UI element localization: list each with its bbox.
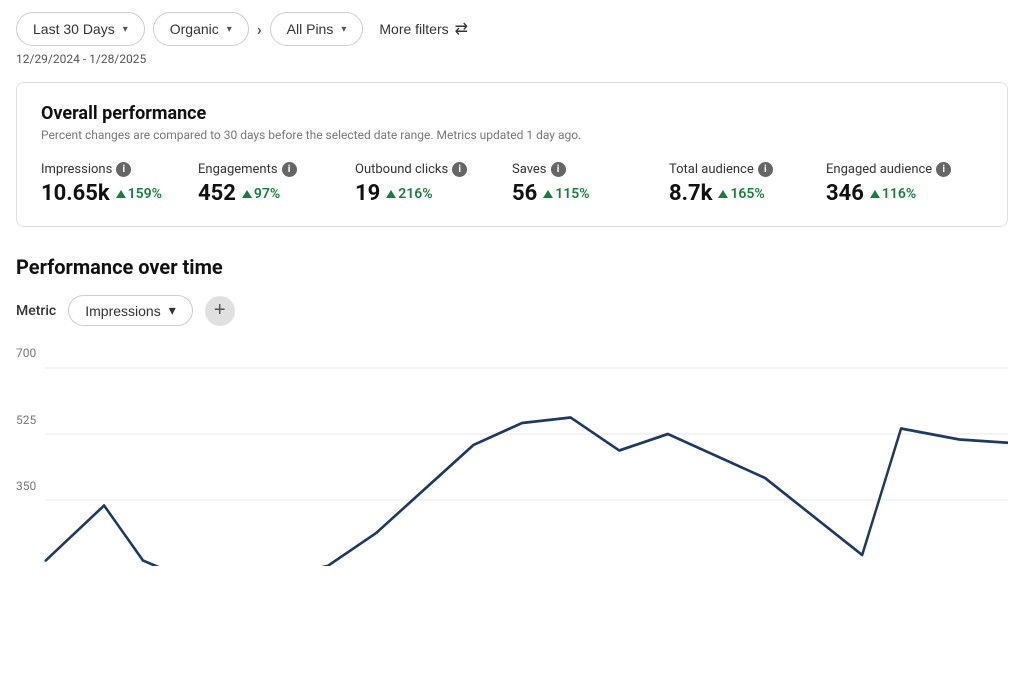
metric-name-1: Engagements [198, 162, 278, 177]
metric-name-0: Impressions [41, 162, 112, 177]
more-filters-label: More filters [379, 21, 448, 37]
up-arrow-icon-0 [116, 190, 126, 198]
metric-label-3: Saves i [512, 162, 669, 177]
performance-chart [16, 346, 1008, 566]
info-icon-0[interactable]: i [116, 162, 131, 177]
metric-number-0: 10.65k [41, 181, 110, 206]
date-range-chevron-icon: ▾ [123, 24, 128, 35]
metric-chevron-icon: ▾ [169, 302, 176, 319]
info-icon-2[interactable]: i [452, 162, 467, 177]
metric-number-3: 56 [512, 181, 537, 206]
date-range-display: 12/29/2024 - 1/28/2025 [16, 52, 1008, 66]
card-title: Overall performance [41, 103, 983, 124]
metric-pct-0: 159% [128, 186, 162, 202]
metric-change-0: 159% [116, 186, 162, 202]
metric-label-1: Engagements i [198, 162, 355, 177]
all-pins-label: All Pins [287, 21, 334, 37]
more-filters-icon: ⇄ [455, 19, 468, 39]
metric-value-1: 452 97% [198, 181, 355, 206]
metric-change-2: 216% [386, 186, 432, 202]
page-container: Last 30 Days ▾ Organic ▾ › All Pins ▾ Mo… [0, 0, 1024, 685]
chart-container: 700 525 350 [16, 346, 1008, 566]
metrics-row: Impressions i 10.65k 159% Engagements i … [41, 162, 983, 206]
metric-item: Engagements i 452 97% [198, 162, 355, 206]
organic-label: Organic [170, 21, 219, 37]
metric-change-4: 165% [718, 186, 764, 202]
metric-value-3: 56 115% [512, 181, 669, 206]
metric-label-0: Impressions i [41, 162, 198, 177]
metric-value-4: 8.7k 165% [669, 181, 826, 206]
metric-pct-1: 97% [254, 186, 280, 202]
metric-pct-3: 115% [555, 186, 589, 202]
metric-label-4: Total audience i [669, 162, 826, 177]
y-label-350: 350 [16, 479, 36, 493]
metric-value-5: 346 116% [826, 181, 983, 206]
metric-number-2: 19 [355, 181, 380, 206]
filter-bar: Last 30 Days ▾ Organic ▾ › All Pins ▾ Mo… [16, 12, 1008, 46]
metric-label-5: Engaged audience i [826, 162, 983, 177]
up-arrow-icon-1 [242, 190, 252, 198]
metric-item: Impressions i 10.65k 159% [41, 162, 198, 206]
all-pins-dropdown[interactable]: All Pins ▾ [270, 12, 364, 46]
y-axis-labels: 700 525 350 [16, 346, 44, 566]
up-arrow-icon-2 [386, 190, 396, 198]
metric-change-1: 97% [242, 186, 280, 202]
metric-value-2: 19 216% [355, 181, 512, 206]
date-range-dropdown[interactable]: Last 30 Days ▾ [16, 12, 145, 46]
metric-name-2: Outbound clicks [355, 162, 448, 177]
metric-name-3: Saves [512, 162, 547, 177]
up-arrow-icon-4 [718, 190, 728, 198]
up-arrow-icon-3 [543, 190, 553, 198]
overall-performance-card: Overall performance Percent changes are … [16, 82, 1008, 227]
info-icon-4[interactable]: i [758, 162, 773, 177]
metric-item: Engaged audience i 346 116% [826, 162, 983, 206]
plus-icon: + [214, 299, 226, 322]
section-title: Performance over time [16, 255, 1008, 279]
metric-change-5: 116% [870, 186, 916, 202]
up-arrow-icon-5 [870, 190, 880, 198]
metric-item: Total audience i 8.7k 165% [669, 162, 826, 206]
y-label-700: 700 [16, 346, 36, 360]
organic-chevron-icon: ▾ [227, 24, 232, 35]
card-subtitle: Percent changes are compared to 30 days … [41, 128, 983, 142]
metric-pct-4: 165% [730, 186, 764, 202]
metric-item: Outbound clicks i 19 216% [355, 162, 512, 206]
metric-label-2: Outbound clicks i [355, 162, 512, 177]
metric-number-4: 8.7k [669, 181, 712, 206]
info-icon-5[interactable]: i [936, 162, 951, 177]
metric-dropdown[interactable]: Impressions ▾ [68, 295, 193, 326]
metric-selected-label: Impressions [85, 303, 160, 319]
metric-label-text: Metric [16, 303, 56, 319]
metric-pct-2: 216% [398, 186, 432, 202]
metric-name-4: Total audience [669, 162, 754, 177]
info-icon-1[interactable]: i [282, 162, 297, 177]
organic-dropdown[interactable]: Organic ▾ [153, 12, 249, 46]
metric-selector: Metric Impressions ▾ + [16, 295, 1008, 326]
filter-arrow-icon: › [257, 20, 262, 39]
date-range-label: Last 30 Days [33, 21, 115, 37]
metric-number-1: 452 [198, 181, 236, 206]
metric-number-5: 346 [826, 181, 864, 206]
metric-change-3: 115% [543, 186, 589, 202]
metric-pct-5: 116% [882, 186, 916, 202]
metric-value-0: 10.65k 159% [41, 181, 198, 206]
add-metric-button[interactable]: + [205, 296, 235, 326]
all-pins-chevron-icon: ▾ [341, 24, 346, 35]
metric-item: Saves i 56 115% [512, 162, 669, 206]
info-icon-3[interactable]: i [551, 162, 566, 177]
more-filters-button[interactable]: More filters ⇄ [379, 19, 468, 39]
metric-name-5: Engaged audience [826, 162, 932, 177]
y-label-525: 525 [16, 413, 36, 427]
performance-over-time-section: Performance over time Metric Impressions… [16, 255, 1008, 566]
